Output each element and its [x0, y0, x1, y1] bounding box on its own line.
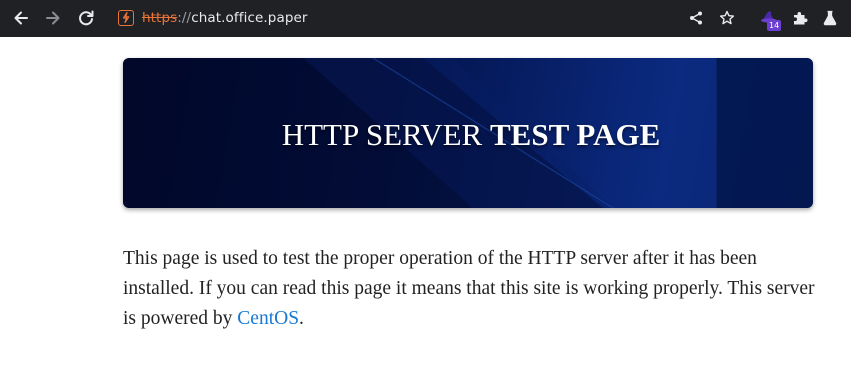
star-icon: [719, 10, 735, 25]
extensions-menu-button[interactable]: [787, 5, 813, 31]
puzzle-icon: [794, 12, 808, 25]
share-button[interactable]: [683, 5, 709, 31]
banner-title-regular: HTTP SERVER: [281, 117, 483, 152]
address-bar[interactable]: https://chat.office.paper: [108, 4, 748, 32]
extension-badge: 14: [767, 20, 782, 31]
forward-button[interactable]: [40, 5, 66, 31]
labs-button[interactable]: [817, 5, 843, 31]
hero-banner: HTTP SERVER TEST PAGE: [123, 58, 813, 208]
url-scheme: https: [142, 10, 178, 26]
flask-icon: [823, 10, 837, 26]
browser-toolbar: https://chat.office.paper 14: [0, 0, 851, 37]
reload-icon: [79, 10, 94, 26]
insecure-site-icon[interactable]: [118, 10, 134, 26]
url-text: https://chat.office.paper: [142, 10, 308, 26]
back-button[interactable]: [8, 5, 34, 31]
arrow-left-icon: [14, 11, 28, 25]
url-separator: ://: [177, 10, 192, 26]
intro-text-end: .: [299, 308, 304, 329]
url-host: chat.office.paper: [191, 10, 308, 26]
share-icon: [690, 11, 702, 25]
banner-title-bold: TEST PAGE: [489, 117, 661, 152]
reload-button[interactable]: [73, 5, 99, 31]
centos-link[interactable]: CentOS: [237, 308, 299, 329]
banner-title: HTTP SERVER TEST PAGE: [282, 117, 661, 153]
intro-text: This page is used to test the proper ope…: [123, 248, 815, 329]
intro-paragraph: This page is used to test the proper ope…: [123, 244, 823, 334]
bookmark-button[interactable]: [714, 5, 740, 31]
arrow-right-icon: [46, 11, 60, 25]
